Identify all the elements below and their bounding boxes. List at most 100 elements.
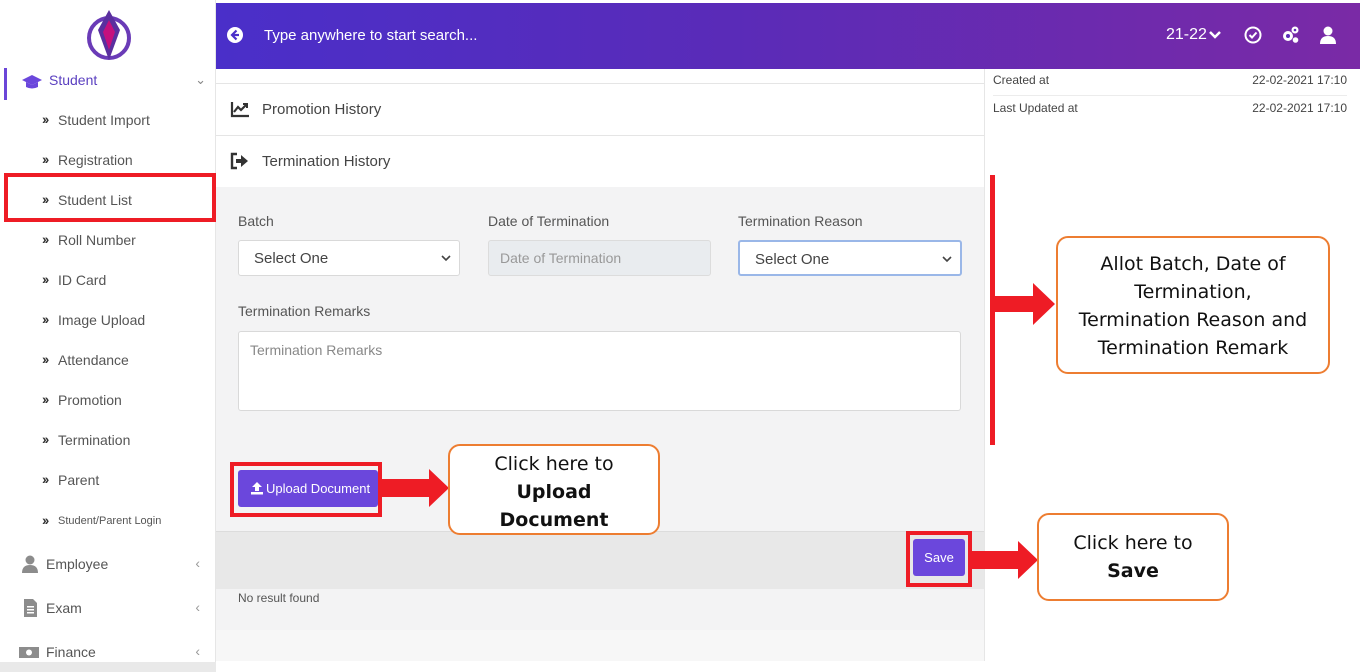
form-footer	[216, 531, 984, 589]
top-header: Type anywhere to start search... 21-22	[216, 3, 1360, 69]
batch-select[interactable]: Select One	[238, 240, 460, 276]
double-chevron-icon: ››	[42, 311, 49, 327]
gears-icon[interactable]	[1280, 25, 1300, 45]
arrow-right-icon	[993, 283, 1055, 325]
user-icon	[22, 555, 38, 573]
created-at-value: 22-02-2021 17:10	[1252, 73, 1347, 87]
document-icon	[24, 599, 37, 617]
callout-line: Termination Reason and	[1078, 309, 1308, 331]
content-footer	[216, 630, 984, 661]
callout-line: Termination,	[1134, 281, 1252, 303]
callout-line-bold: Upload	[516, 481, 592, 503]
sidebar-item-exam[interactable]: Exam ‹	[0, 591, 216, 625]
save-button[interactable]: Save	[913, 539, 965, 576]
no-result-text: No result found	[238, 591, 320, 605]
main-content: Promotion History Termination History Ba…	[216, 69, 984, 661]
sidebar-footer	[0, 662, 216, 672]
double-chevron-icon: ››	[42, 471, 49, 487]
sidebar-item-student[interactable]: Student ⌄	[4, 68, 216, 100]
sidebar-subitem-label: Termination	[58, 432, 131, 448]
batch-label: Batch	[238, 213, 274, 229]
sidebar-subitem-termination[interactable]: ›› Termination	[0, 425, 216, 455]
sidebar-item-employee[interactable]: Employee ‹	[0, 547, 216, 581]
sidebar-subitem-label: Student/Parent Login	[58, 515, 162, 527]
sidebar: Student ⌄ ›› Student Import ›› Registrat…	[0, 0, 216, 672]
promotion-history-label: Promotion History	[262, 101, 382, 118]
money-icon	[19, 647, 39, 658]
sidebar-subitem-label: Parent	[58, 472, 100, 488]
sign-out-icon	[230, 152, 248, 170]
sidebar-subitem-promotion[interactable]: ›› Promotion	[0, 385, 216, 415]
sidebar-item-label: Student	[49, 72, 98, 88]
last-updated-value: 22-02-2021 17:10	[1252, 101, 1347, 115]
logo-icon	[87, 10, 131, 60]
double-chevron-icon: ››	[42, 111, 49, 127]
double-chevron-icon: ››	[42, 512, 49, 528]
sidebar-subitem-label: ID Card	[58, 272, 107, 288]
sidebar-subitem-id-card[interactable]: ›› ID Card	[0, 265, 216, 295]
allot-callout: Allot Batch, Date of Termination, Termin…	[1056, 236, 1330, 374]
termination-remarks-label: Termination Remarks	[238, 303, 371, 319]
sidebar-item-label: Exam	[46, 600, 82, 616]
termination-history-label: Termination History	[262, 153, 391, 170]
created-at-row: Created at 22-02-2021 17:10	[993, 69, 1347, 96]
chevron-down-icon[interactable]	[1208, 29, 1222, 41]
double-chevron-icon: ››	[42, 271, 49, 287]
sidebar-subitem-label: Roll Number	[58, 232, 136, 248]
sidebar-subitem-student-parent-login[interactable]: ›› Student/Parent Login	[0, 506, 216, 536]
double-chevron-icon: ››	[42, 351, 49, 367]
sidebar-subitem-label: Image Upload	[58, 312, 146, 328]
termination-reason-select[interactable]: Select One	[738, 240, 962, 276]
sidebar-subitem-registration[interactable]: ›› Registration	[0, 145, 216, 175]
double-chevron-icon: ››	[42, 431, 49, 447]
callout-line: Click here to	[494, 453, 614, 475]
upload-document-button[interactable]: Upload Document	[238, 470, 378, 507]
sidebar-subitem-roll-number[interactable]: ›› Roll Number	[0, 225, 216, 255]
date-of-termination-field[interactable]: Date of Termination	[488, 240, 711, 276]
back-arrow-circle-icon[interactable]	[226, 26, 244, 44]
sidebar-subitem-student-import[interactable]: ›› Student Import	[0, 105, 216, 135]
termination-reason-value: Select One	[755, 251, 830, 268]
sidebar-subitem-label: Promotion	[58, 392, 122, 408]
sidebar-item-label: Finance	[46, 644, 96, 660]
callout-line: Termination Remark	[1097, 337, 1289, 359]
save-callout: Click here to Save	[1037, 513, 1229, 601]
callout-line-bold: Save	[1107, 560, 1159, 582]
student-list-highlight	[4, 173, 216, 222]
double-chevron-icon: ››	[42, 151, 49, 167]
check-circle-icon[interactable]	[1243, 25, 1263, 45]
created-at-label: Created at	[993, 73, 1050, 87]
chevron-down-icon	[942, 256, 952, 263]
sidebar-subitem-label: Student Import	[58, 112, 150, 128]
sidebar-subitem-image-upload[interactable]: ›› Image Upload	[0, 305, 216, 335]
callout-line: Click here to	[1073, 532, 1193, 554]
graduation-cap-icon	[22, 75, 42, 89]
chevron-left-icon: ‹	[195, 599, 200, 615]
chevron-down-icon: ⌄	[195, 72, 206, 87]
promotion-history-row[interactable]: Promotion History	[216, 83, 984, 134]
double-chevron-icon: ››	[42, 391, 49, 407]
upload-icon	[251, 482, 263, 495]
search-input[interactable]: Type anywhere to start search...	[264, 27, 477, 44]
sidebar-subitem-parent[interactable]: ›› Parent	[0, 465, 216, 495]
upload-document-label: Upload Document	[266, 481, 371, 496]
double-chevron-icon: ››	[42, 231, 49, 247]
callout-line-bold: Document	[499, 509, 609, 531]
batch-select-value: Select One	[254, 250, 329, 267]
year-selector[interactable]: 21-22	[1166, 26, 1207, 44]
sidebar-subitem-label: Registration	[58, 152, 133, 168]
termination-history-row[interactable]: Termination History	[216, 135, 984, 186]
last-updated-row: Last Updated at 22-02-2021 17:10	[993, 97, 1347, 124]
termination-reason-label: Termination Reason	[738, 213, 863, 229]
last-updated-label: Last Updated at	[993, 101, 1078, 115]
termination-remarks-placeholder: Termination Remarks	[250, 342, 383, 358]
sidebar-subitem-label: Attendance	[58, 352, 129, 368]
date-of-termination-label: Date of Termination	[488, 213, 610, 229]
chevron-left-icon: ‹	[195, 555, 200, 571]
sidebar-subitem-attendance[interactable]: ›› Attendance	[0, 345, 216, 375]
user-icon[interactable]	[1318, 25, 1338, 45]
termination-remarks-field[interactable]: Termination Remarks	[238, 331, 961, 411]
upload-callout: Click here to Upload Document	[448, 444, 660, 535]
chevron-left-icon: ‹	[195, 643, 200, 659]
date-of-termination-placeholder: Date of Termination	[500, 250, 622, 266]
